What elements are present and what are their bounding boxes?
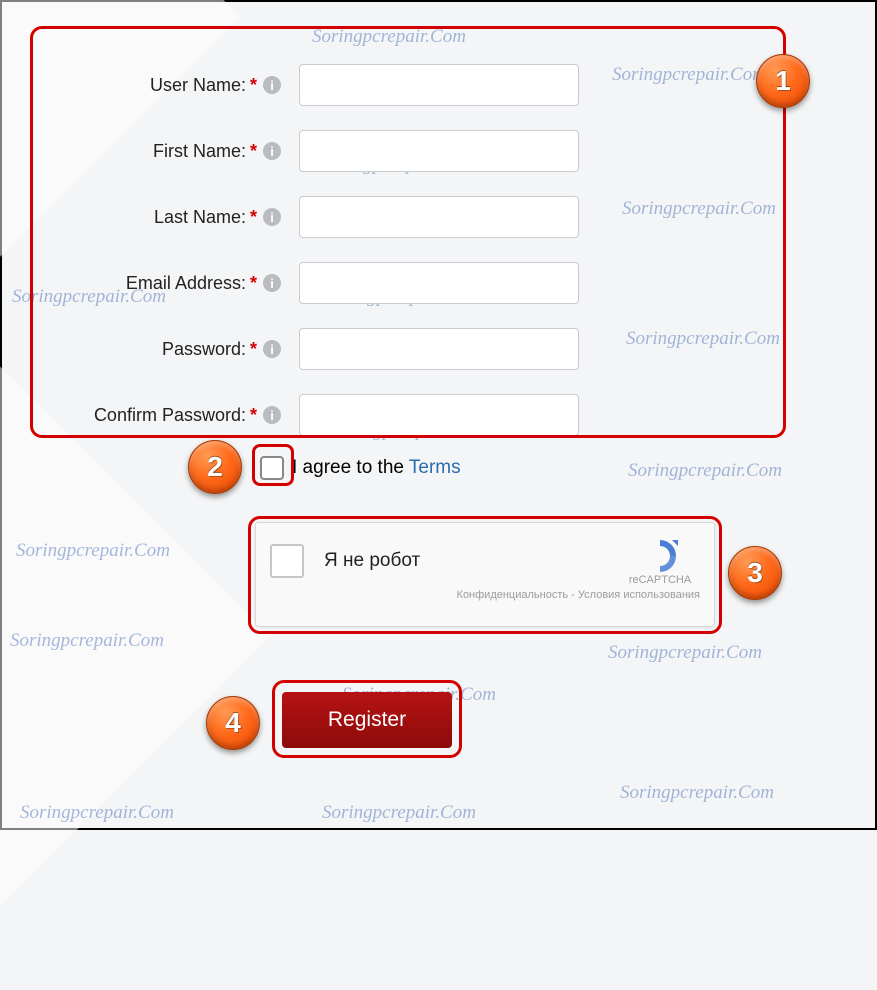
field-row-confirm-password: Confirm Password: * i [2,382,692,448]
field-row-password: Password: * i [2,316,692,382]
agree-pre: I agree to the [292,457,409,478]
agree-row: I agree to the Terms [260,456,461,480]
agree-text: I agree to the Terms [292,457,461,479]
firstname-label: First Name: * i [2,141,287,162]
label-text: Confirm Password: [94,405,246,426]
registration-form: User Name: * i First Name: * i Last Name… [2,52,692,448]
recaptcha-label: Я не робот [324,550,600,572]
confirm-password-label: Confirm Password: * i [2,405,287,426]
label-text: User Name: [150,75,246,96]
password-label: Password: * i [2,339,287,360]
annotation-badge-2: 2 [188,440,242,494]
firstname-input[interactable] [299,130,579,172]
required-marker: * [250,405,257,426]
username-input[interactable] [299,64,579,106]
watermark: Soringpcrepair.Com [312,26,466,48]
required-marker: * [250,207,257,228]
label-text: Last Name: [154,207,246,228]
annotation-badge-4: 4 [206,696,260,750]
confirm-password-input[interactable] [299,394,579,436]
username-label: User Name: * i [2,75,287,96]
info-icon[interactable]: i [263,340,281,358]
info-icon[interactable]: i [263,208,281,226]
field-row-email: Email Address: * i [2,250,692,316]
watermark: Soringpcrepair.Com [322,802,476,824]
info-icon[interactable]: i [263,142,281,160]
annotation-badge-3: 3 [728,546,782,600]
field-row-username: User Name: * i [2,52,692,118]
lastname-label: Last Name: * i [2,207,287,228]
recaptcha-checkbox[interactable] [270,544,304,578]
lastname-input[interactable] [299,196,579,238]
required-marker: * [250,141,257,162]
required-marker: * [250,273,257,294]
info-icon[interactable]: i [263,76,281,94]
email-input[interactable] [299,262,579,304]
watermark: Soringpcrepair.Com [628,460,782,482]
recaptcha-footer: Конфиденциальность - Условия использован… [270,589,700,601]
recaptcha-icon [640,536,680,576]
register-button[interactable]: Register [282,692,452,748]
label-text: Password: [162,339,246,360]
field-row-lastname: Last Name: * i [2,184,692,250]
password-input[interactable] [299,328,579,370]
recaptcha-privacy-link[interactable]: Конфиденциальность [457,589,569,601]
recaptcha-logo: reCAPTCHA [620,536,700,586]
label-text: Email Address: [126,273,246,294]
terms-link[interactable]: Terms [409,457,461,478]
annotation-badge-1: 1 [756,54,810,108]
watermark: Soringpcrepair.Com [608,642,762,664]
info-icon[interactable]: i [263,274,281,292]
watermark: Soringpcrepair.Com [620,782,774,804]
required-marker: * [250,339,257,360]
email-label: Email Address: * i [2,273,287,294]
recaptcha-widget: Я не робот reCAPTCHA Конфиденциальность … [255,522,715,627]
recaptcha-sep: - [568,589,578,601]
field-row-firstname: First Name: * i [2,118,692,184]
required-marker: * [250,75,257,96]
info-icon[interactable]: i [263,406,281,424]
label-text: First Name: [153,141,246,162]
recaptcha-terms-link[interactable]: Условия использования [578,589,700,601]
agree-checkbox[interactable] [260,456,284,480]
recaptcha-brand: reCAPTCHA [629,574,691,586]
